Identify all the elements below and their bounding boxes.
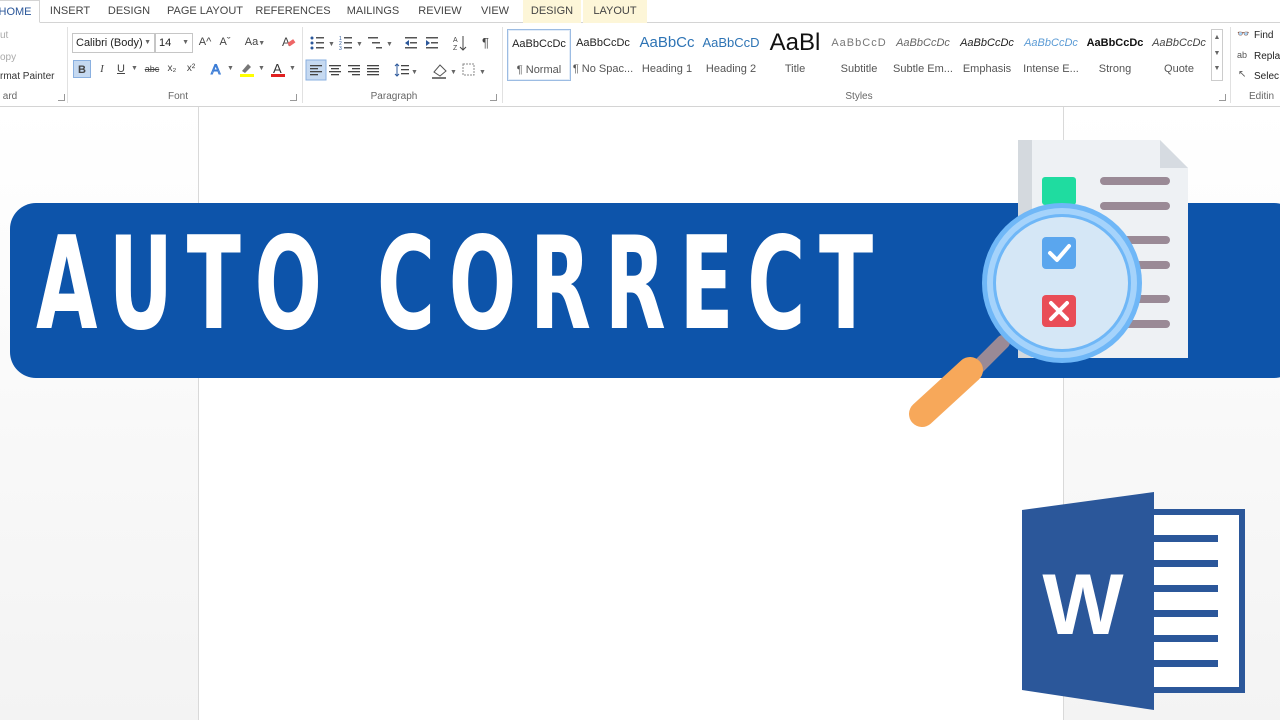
word-logo: W (1022, 492, 1245, 710)
word-logo-letter: W (1042, 557, 1124, 653)
